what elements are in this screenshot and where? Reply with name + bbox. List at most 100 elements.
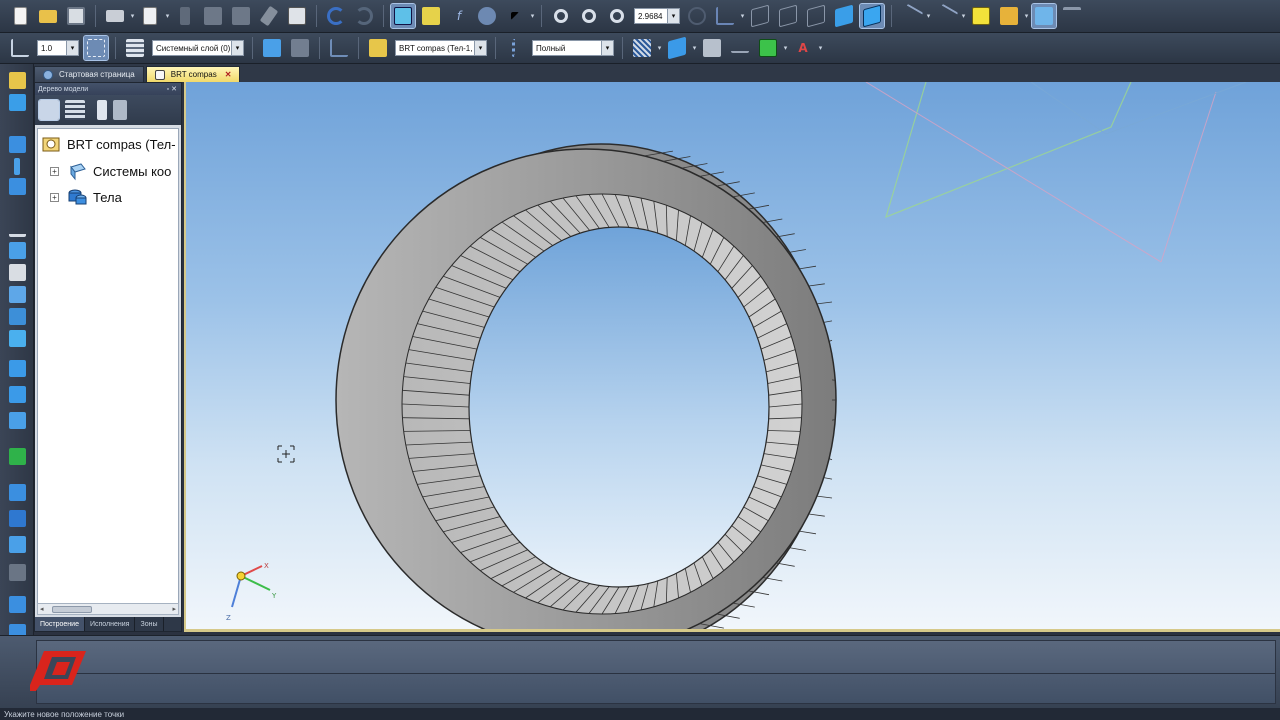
help-cursor-icon[interactable] (503, 4, 527, 28)
undo-icon[interactable] (324, 4, 348, 28)
grid-step-icon[interactable] (8, 36, 32, 60)
tab-start-page[interactable]: Стартовая страница (34, 66, 144, 82)
designations-icon[interactable] (9, 286, 26, 303)
hidden-thin-icon[interactable] (804, 4, 828, 28)
tab-construction[interactable]: Построение (35, 617, 85, 631)
local-cs-icon[interactable] (327, 36, 351, 60)
step-select[interactable]: 1.0 ▾ (37, 40, 79, 56)
zoom-icon[interactable] (577, 4, 601, 28)
revolve-icon[interactable] (9, 386, 26, 403)
save-icon[interactable] (64, 4, 88, 28)
expand-icon[interactable]: + (50, 192, 59, 202)
props-icon[interactable] (1060, 4, 1084, 28)
layers-icon[interactable] (123, 36, 147, 60)
preview-icon[interactable] (138, 4, 162, 28)
tree-structure-icon[interactable] (38, 99, 60, 121)
chevron-down-icon[interactable]: ▾ (691, 37, 698, 59)
scroll-left-icon[interactable]: ◂ (40, 605, 44, 613)
ring-model[interactable] (335, 143, 837, 629)
tab-zones[interactable]: Зоны (135, 617, 164, 631)
hole-icon[interactable] (9, 536, 26, 553)
mode-select[interactable]: Полный ▾ (532, 40, 614, 56)
edit-operations-icon[interactable] (9, 72, 26, 89)
dimension-icon[interactable] (728, 36, 752, 60)
format-painter-icon[interactable] (257, 4, 281, 28)
chevron-down-icon[interactable]: ▾ (739, 5, 746, 27)
text-style-icon[interactable]: A (791, 36, 815, 60)
view-mode-icon[interactable] (503, 36, 527, 60)
chevron-down-icon[interactable]: ▾ (66, 41, 78, 55)
tree-doc-icon[interactable] (97, 100, 107, 120)
color-icon[interactable] (756, 36, 780, 60)
zoom-scale-select[interactable]: 2.9684 ▾ (634, 8, 680, 24)
tree-horizontal-scrollbar[interactable]: ◂ ▸ (37, 603, 179, 615)
copy-icon[interactable] (201, 4, 225, 28)
extrusion-icon[interactable] (9, 360, 26, 377)
cube-icon[interactable] (997, 4, 1021, 28)
rib-icon[interactable] (9, 596, 26, 613)
chevron-down-icon[interactable]: ▾ (1023, 5, 1030, 27)
variables-icon[interactable] (475, 4, 499, 28)
tree-view-icon[interactable] (113, 100, 127, 120)
tab-brt-compas[interactable]: BRT compas ✕ (145, 66, 241, 82)
arrays-icon[interactable] (14, 158, 20, 175)
print-icon[interactable] (103, 4, 127, 28)
scroll-thumb[interactable] (52, 606, 92, 613)
diagnostics-icon[interactable] (9, 308, 26, 325)
section-icon[interactable] (933, 3, 959, 29)
close-icon[interactable]: ✕ (225, 70, 232, 79)
surfaces-icon[interactable] (9, 136, 26, 153)
tree-list-icon[interactable] (65, 100, 85, 120)
halftone-icon[interactable] (832, 4, 856, 28)
chevron-down-icon[interactable]: ▾ (817, 37, 824, 59)
tree-node-bodies[interactable]: + Тела (50, 187, 122, 207)
extrude-icon[interactable] (665, 36, 689, 60)
formula-icon[interactable]: f (447, 4, 471, 28)
reports-icon[interactable] (9, 484, 26, 501)
layer-select[interactable]: Системный слой (0) ▾ (152, 40, 244, 56)
tree-node-coordinate-systems[interactable]: + Системы коо (50, 161, 171, 181)
zoom-in-icon[interactable] (605, 4, 629, 28)
model-viewport[interactable]: X Y Z (184, 82, 1280, 632)
chevron-down-icon[interactable]: ▾ (231, 41, 243, 55)
orient-icon[interactable] (713, 4, 737, 28)
orientation-icon[interactable] (366, 36, 390, 60)
measure-props-icon[interactable] (700, 36, 724, 60)
rotate-icon[interactable] (685, 4, 709, 28)
snap-icon[interactable] (83, 35, 109, 61)
chevron-down-icon[interactable]: ▾ (960, 5, 967, 27)
thread-icon[interactable] (9, 564, 26, 581)
paste-icon[interactable] (229, 4, 253, 28)
wireframe-icon[interactable] (748, 4, 772, 28)
chevron-down-icon[interactable]: ▾ (667, 9, 679, 23)
expand-icon[interactable]: + (50, 166, 59, 176)
measure-icon[interactable] (1031, 3, 1057, 29)
filters-icon[interactable] (9, 330, 26, 347)
chevron-down-icon[interactable]: ▾ (164, 5, 171, 27)
chevron-down-icon[interactable]: ▾ (529, 5, 536, 27)
redo-icon[interactable] (352, 4, 376, 28)
dimensions-icon[interactable] (9, 264, 26, 281)
chevron-down-icon[interactable]: ▾ (129, 5, 136, 27)
scroll-right-icon[interactable]: ▸ (172, 605, 176, 613)
filter-icon[interactable] (969, 4, 993, 28)
chevron-down-icon[interactable]: ▾ (601, 41, 613, 55)
help-icon[interactable] (419, 4, 443, 28)
panel-pin-close-icons[interactable]: ▫✕ (167, 85, 179, 93)
halftone-edges-icon[interactable] (859, 3, 885, 29)
open-icon[interactable] (36, 4, 60, 28)
hidden-lines-icon[interactable] (776, 4, 800, 28)
chevron-down-icon[interactable]: ▾ (474, 41, 486, 55)
shell-icon[interactable] (9, 510, 26, 527)
chevron-down-icon[interactable]: ▾ (782, 37, 789, 59)
loft-icon[interactable] (9, 412, 26, 429)
sheet-metal-icon[interactable] (9, 178, 26, 195)
edit-part-icon[interactable] (288, 36, 312, 60)
tree-node-part[interactable]: BRT compas (Тел- (41, 134, 176, 154)
aux-geometry-icon[interactable] (9, 220, 26, 237)
new-file-icon[interactable] (8, 4, 32, 28)
manager-icon[interactable] (390, 3, 416, 29)
zoom-window-icon[interactable] (549, 4, 573, 28)
chevron-down-icon[interactable]: ▾ (925, 5, 932, 27)
part-select[interactable]: BRT compas (Тел-1, ▾ (395, 40, 487, 56)
